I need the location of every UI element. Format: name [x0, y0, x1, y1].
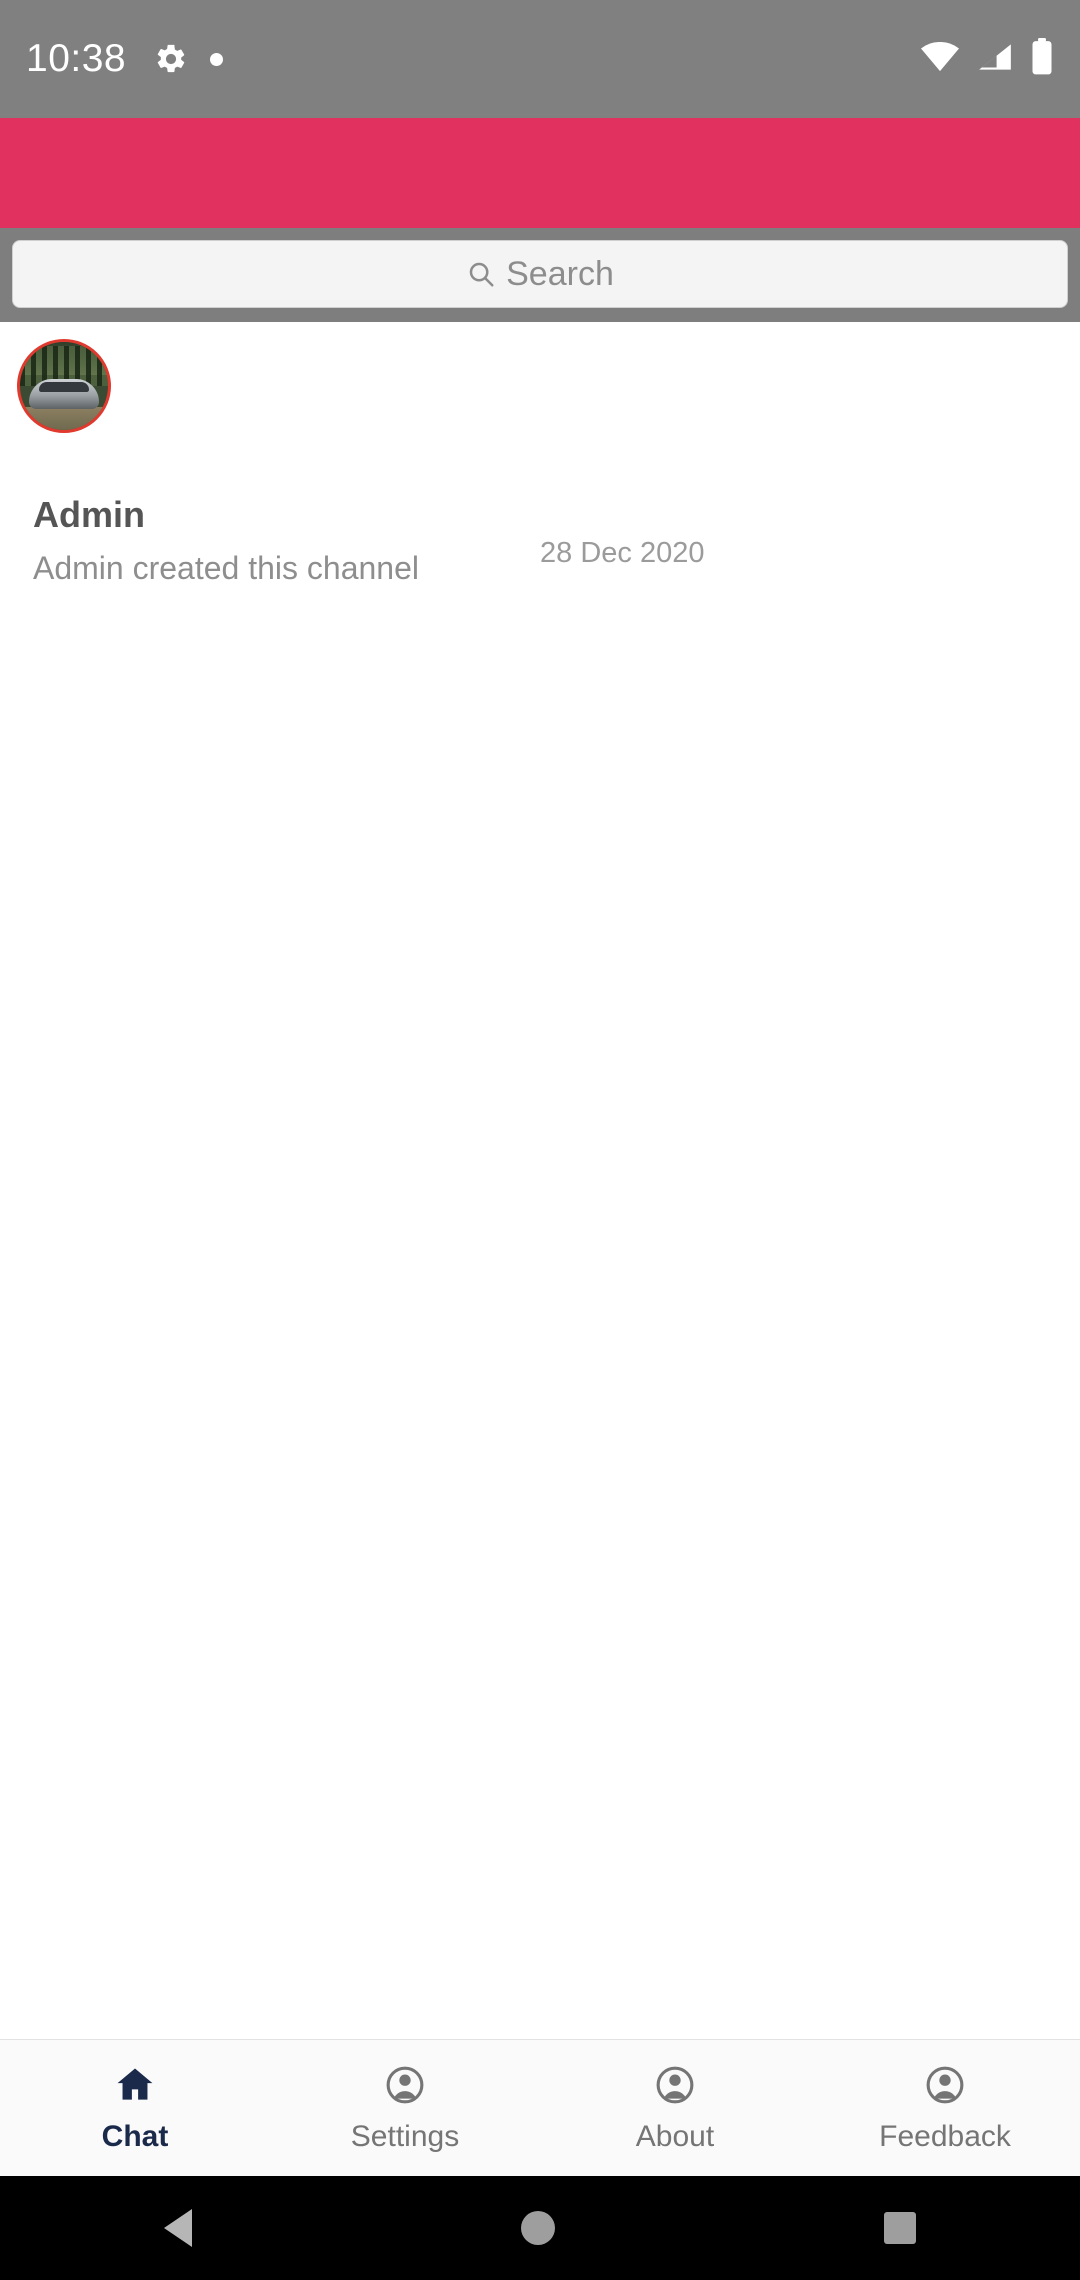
app-bar: [0, 118, 1080, 228]
search-placeholder: Search: [506, 254, 614, 293]
nav-item-about[interactable]: About: [540, 2040, 810, 2176]
status-left-icons: [154, 42, 224, 76]
status-clock: 10:38: [26, 37, 127, 80]
list-item-date: 28 Dec 2020: [540, 537, 705, 569]
home-icon: [113, 2063, 157, 2112]
nav-item-settings[interactable]: Settings: [270, 2040, 540, 2176]
nav-label-settings: Settings: [350, 2119, 460, 2153]
nav-label-about: About: [635, 2119, 715, 2153]
avatar-ground: [20, 407, 108, 430]
person-icon: [923, 2063, 967, 2112]
bottom-navigation: Chat Settings About Feedback: [0, 2039, 1080, 2176]
status-bar: 10:38: [0, 0, 1080, 118]
wifi-icon: [920, 41, 960, 77]
search-icon: [466, 259, 496, 289]
dot-icon: [210, 52, 224, 66]
list-item-subtitle: Admin created this channel: [33, 550, 419, 586]
chat-list: Admin Admin created this channel 28 Dec …: [0, 322, 1080, 1480]
nav-label-feedback: Feedback: [879, 2119, 1011, 2153]
nav-item-chat[interactable]: Chat: [0, 2040, 270, 2176]
back-button-icon[interactable]: [164, 2209, 193, 2247]
battery-icon: [1030, 37, 1054, 81]
nav-label-chat: Chat: [101, 2119, 169, 2153]
recents-button-icon[interactable]: [883, 2212, 916, 2244]
gear-icon: [154, 42, 188, 76]
avatar-car: [28, 378, 100, 409]
search-input[interactable]: Search: [12, 240, 1068, 308]
signal-icon: [976, 42, 1014, 77]
search-bar-container: Search: [0, 228, 1080, 322]
status-right-icons: [920, 37, 1054, 81]
person-icon: [653, 2063, 697, 2112]
nav-item-feedback[interactable]: Feedback: [810, 2040, 1080, 2176]
home-button-icon[interactable]: [520, 2211, 555, 2245]
system-navigation-bar: [0, 2176, 1080, 2280]
person-icon: [383, 2063, 427, 2112]
list-item-title: Admin: [33, 494, 145, 535]
avatar[interactable]: [17, 339, 111, 433]
